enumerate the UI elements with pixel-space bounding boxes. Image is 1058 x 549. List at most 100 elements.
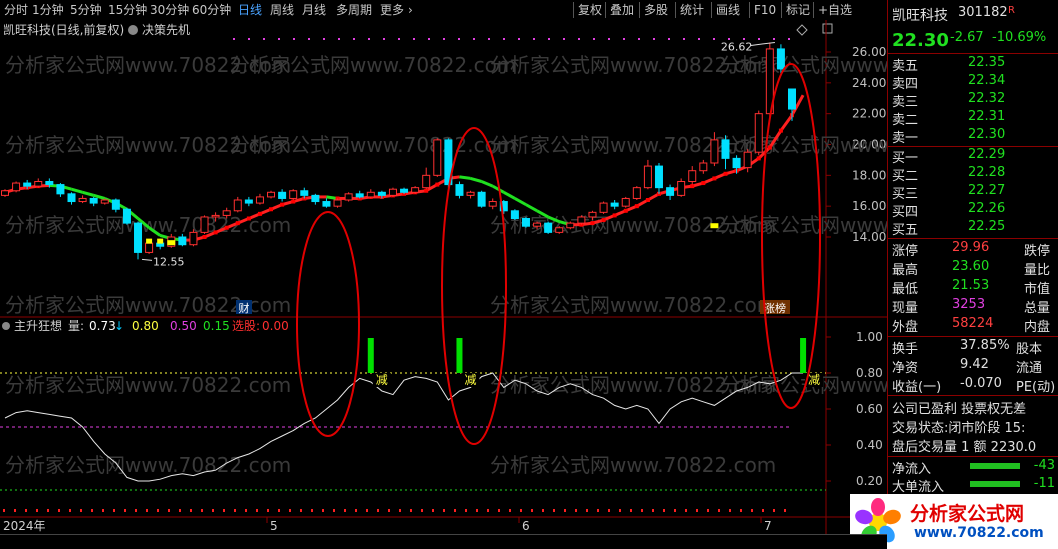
- candle-body[interactable]: [566, 222, 575, 229]
- candle-body[interactable]: [643, 165, 652, 189]
- candle-body[interactable]: [45, 181, 54, 186]
- candle-body[interactable]: [588, 211, 597, 218]
- period-30min[interactable]: 30分钟: [150, 2, 189, 18]
- candle-body[interactable]: [388, 188, 397, 196]
- candle-body[interactable]: [34, 181, 43, 187]
- candle-body[interactable]: [632, 187, 641, 199]
- candle-body[interactable]: [654, 165, 663, 189]
- candle-body[interactable]: [666, 187, 675, 196]
- ma-line-segment: [459, 175, 471, 180]
- chevron-right-icon[interactable]: ›: [408, 2, 413, 18]
- f10-button[interactable]: F10: [754, 2, 776, 18]
- candle-body[interactable]: [688, 170, 697, 182]
- candle-body[interactable]: [488, 201, 497, 207]
- kline-chart[interactable]: 凯旺科技(日线,前复权) 决策先机26.0024.0022.0020.0018.0…: [0, 20, 887, 534]
- period-60min[interactable]: 60分钟: [192, 2, 231, 18]
- candle-body[interactable]: [466, 191, 475, 196]
- candle-body[interactable]: [355, 193, 364, 198]
- dropdown-circle-icon[interactable]: [128, 25, 138, 35]
- period-more[interactable]: 更多: [380, 2, 404, 18]
- period-15min[interactable]: 15分钟: [108, 2, 147, 18]
- candle-body[interactable]: [267, 191, 276, 198]
- candle-body[interactable]: [89, 197, 98, 204]
- candle-body[interactable]: [422, 174, 431, 189]
- tongji-button[interactable]: 统计: [680, 2, 704, 18]
- candle-body[interactable]: [411, 187, 420, 193]
- candle-body[interactable]: [776, 48, 785, 70]
- candle-body[interactable]: [377, 191, 386, 196]
- candle-body[interactable]: [677, 181, 686, 196]
- candle-body[interactable]: [699, 162, 708, 172]
- subchart-xuangu-value: 0.00: [262, 319, 289, 333]
- duogu-button[interactable]: 多股: [644, 2, 668, 18]
- candle-body[interactable]: [610, 202, 619, 207]
- candle-body[interactable]: [344, 193, 353, 201]
- candle-body[interactable]: [721, 139, 730, 159]
- period-monthly[interactable]: 月线: [302, 2, 326, 18]
- candle-body[interactable]: [732, 157, 741, 169]
- candle-body[interactable]: [366, 191, 375, 198]
- candle-body[interactable]: [222, 210, 231, 216]
- candle-body[interactable]: [255, 196, 264, 204]
- candle-body[interactable]: [577, 216, 586, 224]
- candle-body[interactable]: [510, 210, 519, 220]
- dot-marker: [713, 38, 715, 40]
- candle-body[interactable]: [521, 218, 530, 227]
- period-fenshi[interactable]: 分时: [4, 2, 28, 18]
- diejia-button[interactable]: 叠加: [610, 2, 634, 18]
- candle-body[interactable]: [788, 88, 796, 110]
- candle-body[interactable]: [111, 199, 120, 210]
- candle-body[interactable]: [621, 197, 630, 207]
- candle-body[interactable]: [289, 190, 298, 199]
- candle-body[interactable]: [189, 231, 198, 246]
- candle-body[interactable]: [78, 197, 87, 203]
- candle-body[interactable]: [754, 113, 763, 153]
- fuquan-button[interactable]: 复权: [578, 2, 602, 18]
- candle-body[interactable]: [233, 199, 242, 212]
- candle-body[interactable]: [211, 214, 220, 218]
- candle-body[interactable]: [67, 193, 76, 203]
- biaoji-button[interactable]: 标记: [786, 2, 810, 18]
- red-dot-marker: [377, 509, 379, 512]
- candle-body[interactable]: [544, 222, 553, 233]
- candle-body[interactable]: [278, 191, 287, 199]
- candle-body[interactable]: [400, 188, 409, 193]
- candle-body[interactable]: [156, 242, 165, 247]
- stat-row: 现量 3253 总量: [888, 297, 1058, 316]
- candle-body[interactable]: [178, 236, 187, 246]
- candle-body[interactable]: [23, 182, 32, 187]
- candle-body[interactable]: [710, 139, 719, 164]
- candle-body[interactable]: [1, 190, 9, 196]
- candle-body[interactable]: [533, 222, 542, 227]
- candle-body[interactable]: [56, 184, 65, 195]
- huaxian-button[interactable]: 画线: [716, 2, 740, 18]
- red-dot-marker: [124, 509, 126, 512]
- period-multi[interactable]: 多周期: [336, 2, 372, 18]
- red-dot-marker: [223, 509, 225, 512]
- subchart-dropdown-icon[interactable]: [2, 322, 10, 330]
- dot-marker: [623, 38, 625, 40]
- candle-body[interactable]: [322, 201, 331, 207]
- candle-body[interactable]: [311, 194, 320, 203]
- candle-body[interactable]: [300, 190, 309, 196]
- candle-body[interactable]: [599, 202, 608, 213]
- period-daily[interactable]: 日线: [238, 2, 262, 18]
- candle-body[interactable]: [743, 151, 752, 169]
- candle-body[interactable]: [477, 191, 486, 207]
- candle-body[interactable]: [100, 199, 109, 204]
- candle-body[interactable]: [244, 199, 253, 204]
- candle-body[interactable]: [145, 242, 154, 253]
- add-watchlist-button[interactable]: +自选: [818, 2, 852, 18]
- candle-body[interactable]: [433, 139, 442, 176]
- candle-body[interactable]: [134, 222, 143, 253]
- candle-body[interactable]: [555, 227, 564, 233]
- red-dot-marker: [465, 509, 467, 512]
- period-weekly[interactable]: 周线: [270, 2, 294, 18]
- candle-body[interactable]: [200, 216, 209, 233]
- candle-body[interactable]: [122, 208, 131, 224]
- candle-body[interactable]: [12, 182, 21, 192]
- candle-body[interactable]: [333, 199, 342, 207]
- period-5min[interactable]: 5分钟: [70, 2, 102, 18]
- candle-body[interactable]: [455, 184, 464, 196]
- period-1min[interactable]: 1分钟: [32, 2, 64, 18]
